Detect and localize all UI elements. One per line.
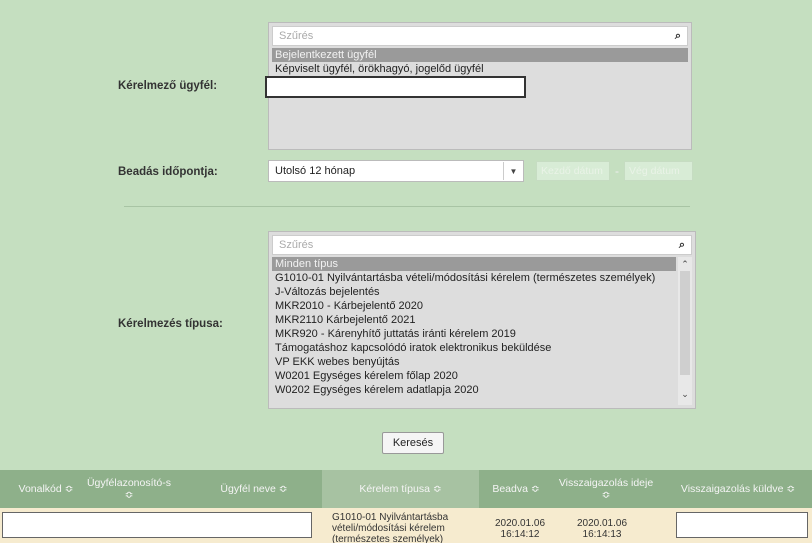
request-type-search-field[interactable]: Szűrés ⌕ [272, 235, 692, 255]
request-type-label: Kérelmezés típusa: [118, 318, 223, 330]
applicant-option[interactable]: Képviselt ügyfél, örökhagyó, jogelőd ügy… [272, 62, 688, 76]
applicant-option[interactable]: Bejelentkezett ügyfél [272, 48, 688, 62]
request-type-option[interactable]: MKR920 - Kárenyhítő juttatás iránti kére… [272, 327, 676, 341]
date-separator: - [615, 164, 619, 178]
applicant-label: Kérelmező ügyfél: [118, 80, 218, 92]
request-type-option[interactable]: MKR2110 Kárbejelentő 2021 [272, 313, 676, 327]
scroll-down-icon[interactable]: ⌄ [678, 387, 692, 401]
col-header-submitted[interactable]: Beadva ≎ [480, 470, 552, 508]
request-type-option[interactable]: Minden típus [272, 257, 676, 271]
scrollbar[interactable]: ⌃ ⌄ [678, 257, 692, 405]
row-confirmed-date: 2020.01.06 [576, 518, 628, 529]
request-type-search-input[interactable]: Szűrés [279, 239, 313, 251]
table-row[interactable]: G1010-01 Nyilvántartásba vételi/módosítá… [0, 508, 812, 543]
applicant-search-field[interactable]: Szűrés ⌕ [272, 26, 688, 46]
period-select-value: Utolsó 12 hónap [275, 165, 356, 177]
client-filter-input[interactable] [2, 512, 312, 538]
section-divider [124, 206, 690, 207]
search-icon: ⌕ [674, 29, 681, 42]
request-type-option[interactable]: J-Változás bejelentés [272, 285, 676, 299]
chevron-down-icon[interactable]: ▼ [503, 162, 523, 180]
applicant-search-input[interactable]: Szűrés [279, 30, 313, 42]
row-submitted-date: 2020.01.06 [494, 518, 546, 529]
col-header-request-type[interactable]: Kérelem típusa ≎ [322, 470, 479, 508]
end-date-input[interactable]: Vég dátum [624, 161, 693, 181]
request-type-option[interactable]: W0201 Egységes kérelem főlap 2020 [272, 369, 676, 383]
col-header-confirmed-time[interactable]: Visszaigazolás ideje ≎ [556, 470, 656, 508]
confirmation-sent-input[interactable] [676, 512, 808, 538]
request-type-option[interactable]: MKR2010 - Kárbejelentő 2020 [272, 299, 676, 313]
request-type-option[interactable]: VP EKK webes benyújtás [272, 355, 676, 369]
row-submitted-time: 16:14:12 [500, 529, 540, 540]
row-confirmed-time: 16:14:13 [582, 529, 622, 540]
request-type-option[interactable]: G1010-01 Nyilvántartásba vételi/módosítá… [272, 271, 676, 285]
col-header-client-name[interactable]: Ügyfél neve ≎ [195, 470, 313, 508]
start-date-input[interactable]: Kezdő dátum [536, 161, 610, 181]
request-type-option[interactable]: Támogatáshoz kapcsolódó iratok elektroni… [272, 341, 676, 355]
request-type-filter-box: Szűrés ⌕ Minden típus G1010-01 Nyilvántar… [268, 231, 696, 409]
row-request-type: G1010-01 Nyilvántartásba vételi/módosítá… [332, 512, 449, 543]
col-header-barcode[interactable]: Vonalkód ≎ [0, 470, 92, 508]
search-button[interactable]: Keresés [382, 432, 444, 454]
submission-label: Beadás időpontja: [118, 166, 218, 178]
col-header-confirmation-sent[interactable]: Visszaigazolás küldve ≎ [664, 470, 812, 508]
search-icon: ⌕ [678, 238, 685, 251]
period-select[interactable]: Utolsó 12 hónap ▼ [268, 160, 524, 182]
col-header-client-id[interactable]: Ügyfélazonosító-s ≎ [86, 470, 172, 508]
scrollbar-thumb[interactable] [680, 271, 690, 375]
scroll-up-icon[interactable]: ⌃ [678, 257, 692, 271]
applicant-list: Bejelentkezett ügyfél Képviselt ügyfél, ö… [272, 48, 688, 76]
applicant-overlay-input[interactable] [265, 76, 526, 98]
request-type-list[interactable]: Minden típus G1010-01 Nyilvántartásba vét… [272, 257, 676, 397]
request-type-option[interactable]: W0202 Egységes kérelem adatlapja 2020 [272, 383, 676, 397]
